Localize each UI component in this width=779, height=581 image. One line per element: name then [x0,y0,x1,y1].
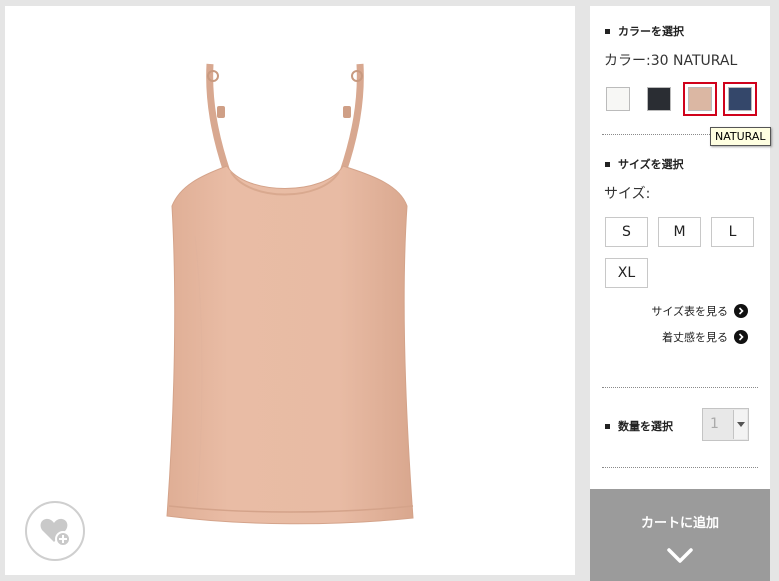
chevron-right-icon [734,304,748,318]
heart-plus-icon [40,518,71,547]
chevron-right-icon [734,330,748,344]
size-label: サイズ: [604,186,651,202]
divider [602,387,758,388]
color-swatch-black[interactable] [642,82,676,116]
size-button-l[interactable]: L [711,217,754,247]
swatch-white-fill [606,87,630,111]
bullet-icon [605,423,610,429]
fit-guide-link[interactable]: 着丈感を見る [662,329,748,345]
size-button-xl[interactable]: XL [605,258,648,288]
size-button-s[interactable]: S [605,217,648,247]
chevron-down-icon [667,548,693,563]
bullet-icon [605,161,610,167]
quantity-value: 1 [710,416,719,432]
add-to-cart-label: カートに追加 [640,516,719,531]
quantity-section-title: 数量を選択 [605,418,673,434]
selected-color-label: カラー:30 NATURAL [604,53,738,69]
dropdown-arrow-icon[interactable] [733,410,747,439]
size-chart-link-text: サイズ表を見る [651,305,728,318]
size-chart-link[interactable]: サイズ表を見る [651,303,748,319]
product-options-panel: カラーを選択 カラー:30 NATURAL NATURAL サイズを選択 サイズ… [590,6,771,581]
size-section-title-text: サイズを選択 [618,158,684,171]
quantity-section-title-text: 数量を選択 [618,420,673,433]
size-button-m[interactable]: M [658,217,701,247]
color-section-title: カラーを選択 [605,23,684,39]
swatch-navy-fill [728,87,752,111]
color-section-title-text: カラーを選択 [618,25,684,38]
favorite-button[interactable] [25,501,85,561]
fit-guide-link-text: 着丈感を見る [662,331,728,344]
color-swatch-natural[interactable] [683,82,717,116]
quantity-select[interactable]: 1 [702,408,749,441]
camisole-image [166,63,414,525]
size-section-title: サイズを選択 [605,156,684,172]
product-image-panel [5,6,575,575]
color-tooltip: NATURAL [710,127,771,146]
color-swatch-navy[interactable] [723,82,757,116]
swatch-natural-fill [688,87,712,111]
divider [602,467,758,468]
swatch-black-fill [647,87,671,111]
bullet-icon [605,28,610,34]
color-swatch-white[interactable] [601,82,635,116]
add-to-cart-button[interactable]: カートに追加 [590,489,770,581]
